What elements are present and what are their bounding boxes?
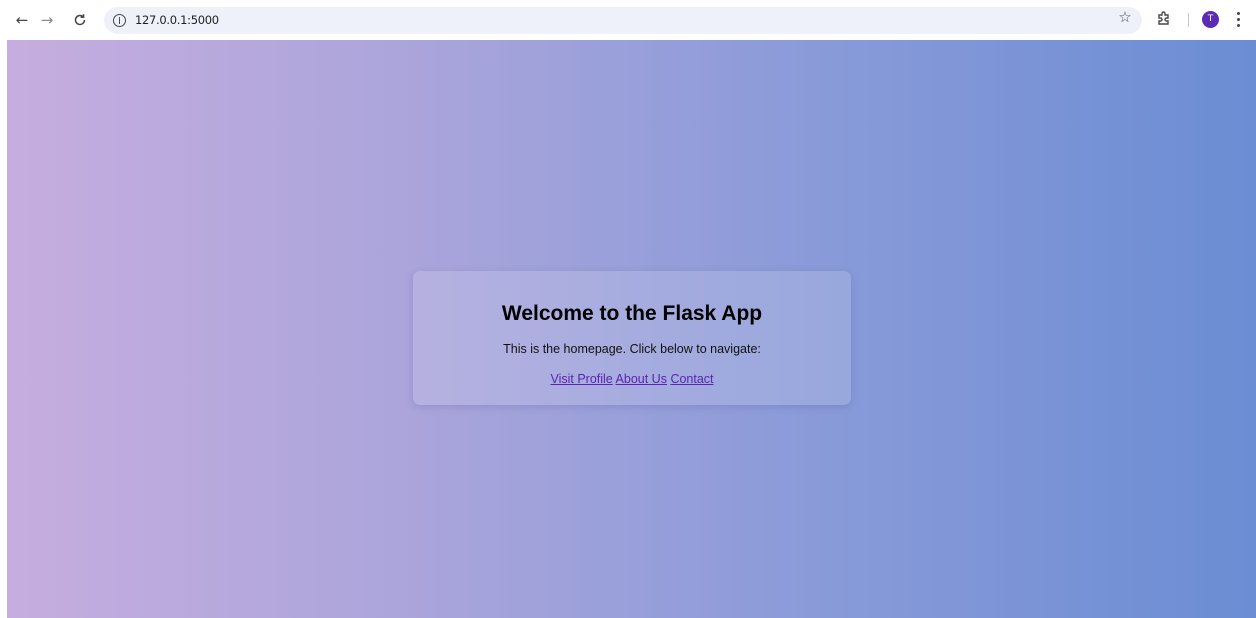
address-bar[interactable]: 127.0.0.1:5000 <box>104 7 1142 34</box>
extensions-icon[interactable] <box>1156 10 1172 26</box>
back-arrow-icon[interactable]: ← <box>10 8 34 32</box>
about-us-link[interactable]: About Us <box>616 372 667 386</box>
forward-arrow-icon[interactable]: → <box>35 8 59 32</box>
toolbar-divider <box>1188 13 1189 27</box>
welcome-card: Welcome to the Flask App This is the hom… <box>413 271 851 405</box>
browser-toolbar: ← → 127.0.0.1:5000 ☆ T <box>0 0 1256 40</box>
page-viewport: Welcome to the Flask App This is the hom… <box>7 40 1256 618</box>
page-title: Welcome to the Flask App <box>501 302 763 325</box>
star-icon[interactable]: ☆ <box>1114 8 1136 30</box>
profile-avatar[interactable]: T <box>1202 11 1219 28</box>
reload-icon[interactable] <box>68 8 92 32</box>
info-icon[interactable] <box>113 14 126 27</box>
visit-profile-link[interactable]: Visit Profile <box>550 372 612 386</box>
nav-links: Visit Profile About Us Contact <box>413 372 851 386</box>
page-description: This is the homepage. Click below to nav… <box>503 342 761 356</box>
url-text[interactable]: 127.0.0.1:5000 <box>135 13 219 27</box>
contact-link[interactable]: Contact <box>670 372 713 386</box>
kebab-menu-icon[interactable] <box>1232 10 1244 28</box>
